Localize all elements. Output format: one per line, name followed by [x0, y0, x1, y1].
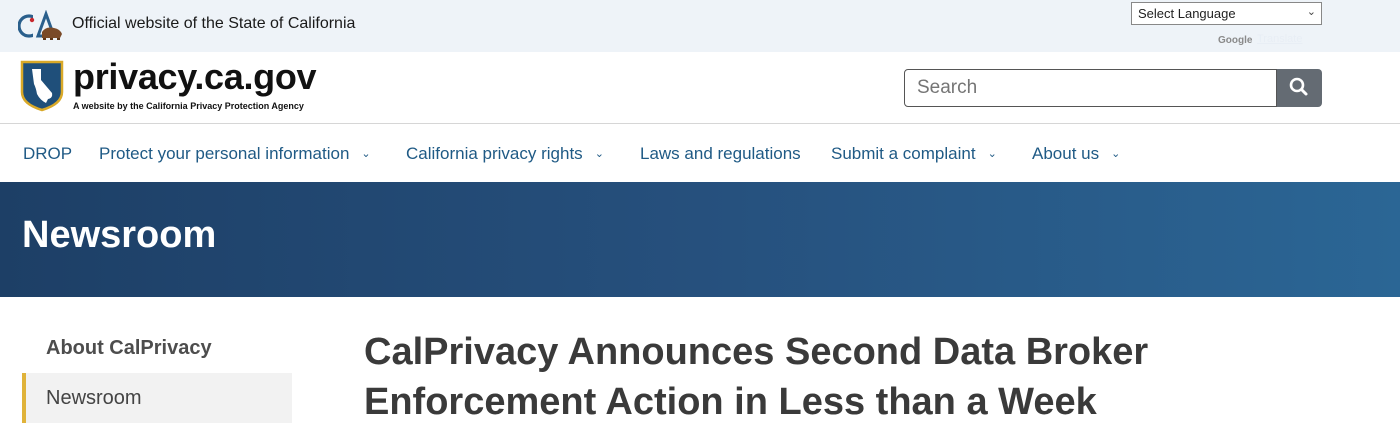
official-website-text: Official website of the State of Califor… — [72, 15, 356, 32]
article-title: CalPrivacy Announces Second Data Broker … — [364, 331, 1149, 423]
nav-item-label: About us — [1032, 144, 1100, 163]
nav-item-label: Laws and regulations — [640, 144, 801, 163]
ca-shield-logo-icon[interactable] — [20, 60, 64, 112]
nav-item-about-us[interactable]: About us ⌄ — [1032, 144, 1120, 164]
sidebar-item-label: Newsroom — [46, 387, 142, 409]
search-icon — [1289, 77, 1308, 96]
language-select[interactable]: Select Language ⌄ — [1131, 2, 1322, 25]
chevron-down-icon: ⌄ — [1111, 148, 1121, 160]
search-button[interactable] — [1277, 69, 1322, 107]
nav-item-privacy-rights[interactable]: California privacy rights ⌄ — [406, 144, 604, 164]
nav-item-laws-regulations[interactable]: Laws and regulations — [640, 144, 801, 164]
page-banner: Newsroom — [0, 182, 1400, 297]
powered-by-text: Powered by — [1140, 33, 1199, 45]
site-name[interactable]: privacy.ca.gov — [73, 56, 317, 98]
site-header: privacy.ca.gov A website by the Californ… — [0, 52, 1400, 124]
search-input[interactable] — [904, 69, 1277, 107]
chevron-down-icon: ⌄ — [361, 148, 371, 160]
nav-item-label: Protect your personal information — [99, 144, 350, 163]
nav-item-protect-personal-information[interactable]: Protect your personal information ⌄ — [99, 144, 371, 164]
main-navigation: DROP Protect your personal information ⌄ … — [0, 125, 1400, 182]
site-tagline: A website by the California Privacy Prot… — [73, 101, 304, 111]
nav-item-label: DROP — [23, 144, 73, 163]
chevron-down-icon: ⌄ — [594, 148, 604, 160]
ca-gov-logo-icon[interactable] — [18, 10, 64, 42]
nav-item-label: Submit a complaint — [831, 144, 976, 163]
translate-link[interactable]: Translate — [1257, 33, 1302, 45]
utility-bar: Official website of the State of Califor… — [0, 0, 1400, 52]
chevron-down-icon: ⌄ — [1306, 6, 1316, 18]
nav-item-drop[interactable]: DROP — [23, 144, 72, 164]
nav-item-label: California privacy rights — [406, 144, 583, 163]
sidebar-item-newsroom[interactable]: Newsroom — [22, 373, 292, 423]
chevron-down-icon: ⌄ — [987, 148, 997, 160]
sidebar-heading[interactable]: About CalPrivacy — [46, 337, 212, 360]
nav-item-submit-complaint[interactable]: Submit a complaint ⌄ — [831, 144, 997, 164]
google-logo: Google — [1218, 35, 1253, 46]
language-select-value: Select Language — [1138, 6, 1236, 21]
page-title: Newsroom — [22, 214, 217, 256]
